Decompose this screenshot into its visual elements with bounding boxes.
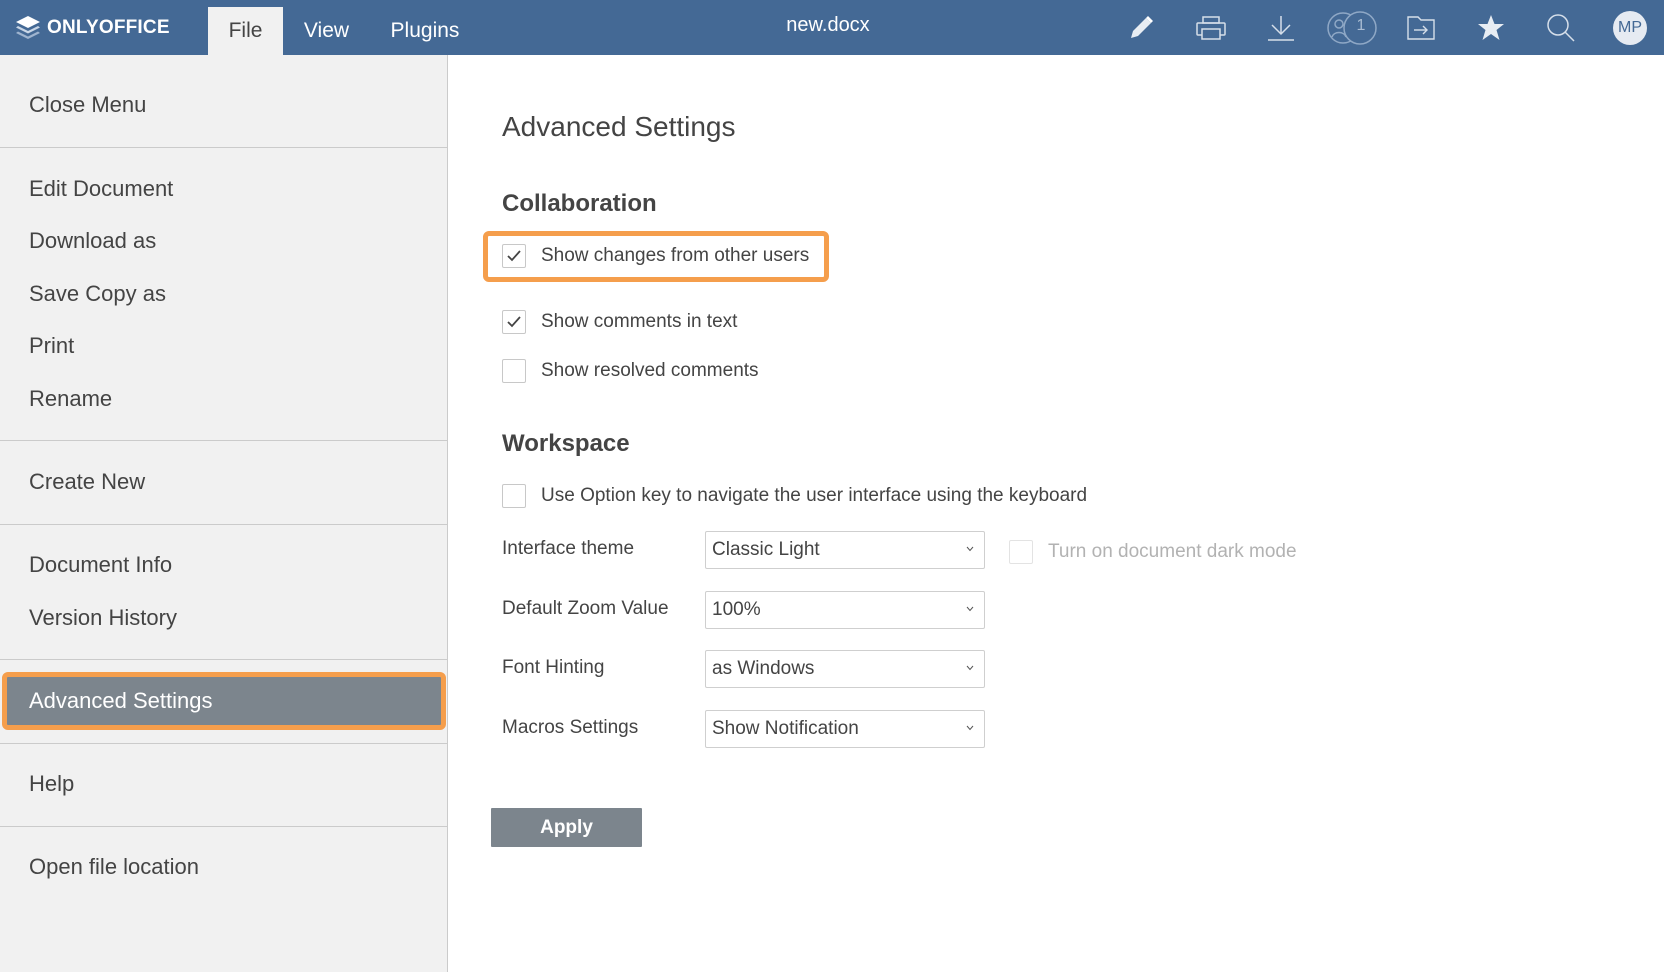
favorite-star-icon bbox=[1478, 15, 1504, 40]
logo-layers-icon bbox=[16, 16, 40, 39]
tab-plugins-label: Plugins bbox=[390, 19, 460, 42]
menu-item-label: Print bbox=[29, 333, 75, 358]
tab-file-label: File bbox=[228, 19, 263, 42]
menu-item-label: Open file location bbox=[29, 854, 199, 879]
default-zoom-select[interactable]: 100% bbox=[705, 591, 985, 629]
menu-item-help[interactable]: Help bbox=[0, 763, 447, 805]
menu-item-label: Advanced Settings bbox=[29, 688, 213, 713]
show-changes-checkbox[interactable]: Show changes from other users bbox=[502, 243, 809, 269]
checkbox-label: Show changes from other users bbox=[541, 245, 810, 266]
tab-view-label: View bbox=[303, 19, 350, 42]
menu-item-open-file-location[interactable]: Open file location bbox=[0, 846, 447, 888]
menu-divider bbox=[0, 659, 447, 660]
onlyoffice-logo[interactable]: ONLYOFFICE bbox=[14, 14, 170, 42]
chevron-down-icon bbox=[966, 665, 974, 671]
download-button[interactable] bbox=[1263, 10, 1299, 46]
menu-item-label: Document Info bbox=[29, 552, 173, 577]
checkbox-box[interactable] bbox=[502, 310, 526, 334]
menu-item-create-new[interactable]: Create New bbox=[0, 461, 447, 503]
font-hinting-select[interactable]: as Windows bbox=[705, 650, 985, 688]
menu-item-print[interactable]: Print bbox=[0, 325, 447, 367]
tab-plugins[interactable]: Plugins bbox=[380, 7, 470, 55]
document-dark-mode-checkbox[interactable]: Turn on document dark mode bbox=[1009, 539, 1297, 565]
select-value: Show Notification bbox=[712, 718, 859, 739]
menu-item-label: Save Copy as bbox=[29, 281, 166, 306]
menu-item-rename[interactable]: Rename bbox=[0, 378, 447, 420]
show-resolved-comments-checkbox[interactable]: Show resolved comments bbox=[502, 358, 759, 384]
menu-item-document-info[interactable]: Document Info bbox=[0, 544, 447, 586]
checkmark-icon bbox=[507, 316, 521, 328]
menu-item-download-as[interactable]: Download as bbox=[0, 220, 447, 262]
logo-text: ONLYOFFICE bbox=[47, 17, 170, 38]
menu-divider bbox=[0, 826, 447, 827]
user-avatar[interactable]: MP bbox=[1613, 11, 1647, 45]
select-value: Classic Light bbox=[712, 539, 820, 560]
menu-divider bbox=[0, 440, 447, 441]
chevron-down-icon bbox=[966, 546, 974, 552]
open-file-location-button[interactable] bbox=[1403, 10, 1439, 46]
advanced-settings-panel: Advanced Settings Collaboration Show cha… bbox=[449, 55, 1664, 972]
open-location-icon bbox=[1407, 16, 1435, 40]
edit-document-button[interactable] bbox=[1123, 10, 1159, 46]
search-button[interactable] bbox=[1543, 10, 1579, 46]
coedit-users-button[interactable]: 1 bbox=[1326, 10, 1378, 46]
tab-file[interactable]: File bbox=[208, 7, 283, 55]
chevron-down-icon bbox=[966, 725, 974, 731]
app-header: ONLYOFFICE File View Plugins new.docx 1 … bbox=[0, 0, 1664, 55]
checkbox-label: Turn on document dark mode bbox=[1048, 541, 1297, 562]
macros-settings-select[interactable]: Show Notification bbox=[705, 710, 985, 748]
tab-view[interactable]: View bbox=[293, 7, 360, 55]
select-value: as Windows bbox=[712, 658, 815, 679]
favorite-button[interactable] bbox=[1473, 10, 1509, 46]
select-value: 100% bbox=[712, 599, 761, 620]
menu-item-label: Edit Document bbox=[29, 176, 174, 201]
workspace-heading: Workspace bbox=[502, 430, 630, 457]
option-key-navigation-checkbox[interactable]: Use Option key to navigate the user inte… bbox=[502, 483, 1087, 509]
search-icon bbox=[1547, 14, 1575, 42]
checkmark-icon bbox=[507, 250, 521, 262]
menu-item-label: Create New bbox=[29, 469, 146, 494]
interface-theme-label: Interface theme bbox=[502, 538, 635, 559]
download-icon bbox=[1268, 16, 1294, 41]
apply-button[interactable]: Apply bbox=[491, 808, 642, 847]
checkbox-box[interactable] bbox=[502, 484, 526, 508]
file-menu-sidebar: Close Menu Edit Document Download as Sav… bbox=[0, 55, 448, 972]
menu-item-save-copy-as[interactable]: Save Copy as bbox=[0, 273, 447, 315]
menu-item-label: Help bbox=[29, 771, 75, 796]
menu-item-version-history[interactable]: Version History bbox=[0, 597, 447, 639]
checkbox-box[interactable] bbox=[502, 244, 526, 268]
menu-item-label: Download as bbox=[29, 228, 157, 253]
macros-settings-label: Macros Settings bbox=[502, 717, 639, 738]
menu-item-label: Version History bbox=[29, 605, 177, 630]
page-title: Advanced Settings bbox=[502, 111, 736, 142]
print-button[interactable] bbox=[1193, 10, 1229, 46]
menu-item-edit-document[interactable]: Edit Document bbox=[0, 168, 447, 210]
menu-divider bbox=[0, 524, 447, 525]
menu-divider bbox=[0, 147, 447, 148]
checkbox-label: Show resolved comments bbox=[541, 360, 759, 381]
menu-item-label: Rename bbox=[29, 386, 113, 411]
default-zoom-label: Default Zoom Value bbox=[502, 598, 669, 619]
chevron-down-icon bbox=[966, 606, 974, 612]
menu-item-close-menu[interactable]: Close Menu bbox=[0, 84, 447, 126]
menu-divider bbox=[0, 743, 447, 744]
coedit-users-icon bbox=[1327, 11, 1377, 45]
menu-item-advanced-settings[interactable]: Advanced Settings bbox=[2, 672, 446, 730]
coedit-user-count: 1 bbox=[1356, 17, 1366, 34]
document-title[interactable]: new.docx bbox=[728, 14, 928, 37]
checkbox-label: Use Option key to navigate the user inte… bbox=[541, 485, 1088, 506]
menu-item-label: Close Menu bbox=[29, 92, 147, 117]
print-icon bbox=[1196, 16, 1226, 40]
edit-pencil-icon bbox=[1131, 16, 1153, 38]
interface-theme-select[interactable]: Classic Light bbox=[705, 531, 985, 569]
checkbox-box[interactable] bbox=[1009, 540, 1033, 564]
font-hinting-label: Font Hinting bbox=[502, 657, 605, 678]
checkbox-box[interactable] bbox=[502, 359, 526, 383]
checkbox-label: Show comments in text bbox=[541, 311, 738, 332]
collaboration-heading: Collaboration bbox=[502, 190, 657, 217]
show-comments-checkbox[interactable]: Show comments in text bbox=[502, 309, 737, 335]
